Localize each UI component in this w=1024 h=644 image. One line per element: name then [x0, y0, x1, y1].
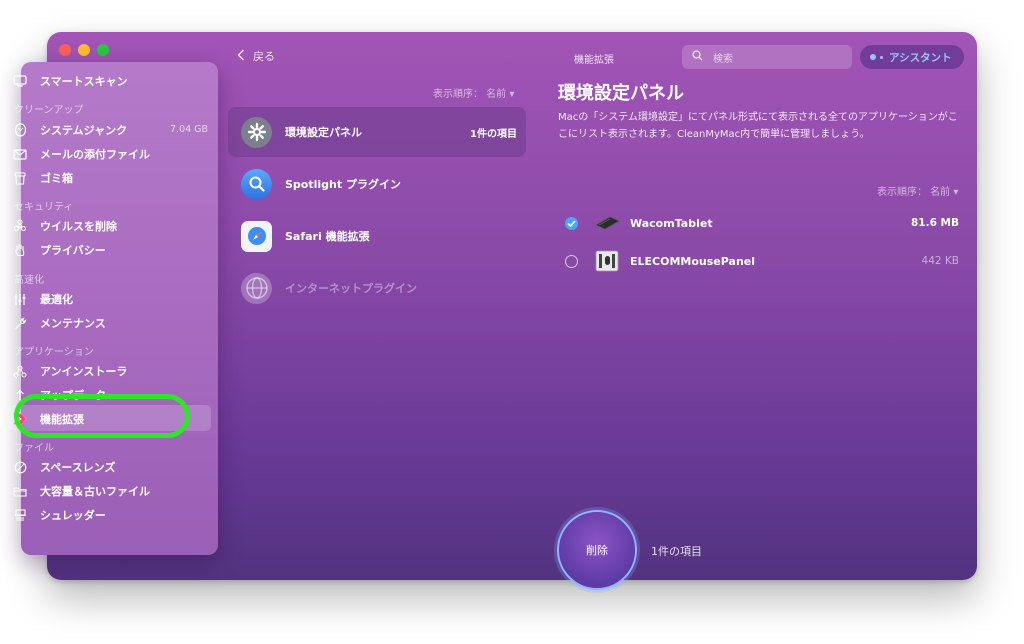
sidebar-item-system-junk[interactable]: システムジャンク — [12, 119, 127, 141]
assistant-dot-small-icon — [880, 55, 883, 59]
sidebar-item-shredder[interactable]: シュレッダー — [12, 504, 106, 526]
sidebar-item-label: 大容量＆古いファイル — [40, 485, 150, 498]
sidebar-item-mail-attachments[interactable]: メールの添付ファイル — [12, 143, 150, 165]
sidebar-item-label: メールの添付ファイル — [40, 148, 150, 161]
sidebar-item-privacy[interactable]: プライバシー — [12, 239, 106, 261]
trash-icon — [12, 170, 28, 186]
category-count: 1件の項目 — [470, 128, 517, 140]
assistant-button[interactable]: アシスタント — [860, 45, 964, 69]
back-label: 戻る — [253, 50, 275, 63]
category-label: Safari 機能拡張 — [285, 230, 370, 243]
sidebar-section-security: セキュリティ — [14, 202, 74, 213]
close-window-button[interactable] — [59, 44, 71, 56]
sidebar-section-apps: アプリケーション — [14, 347, 94, 358]
category-label: Spotlight プラグイン — [285, 178, 401, 191]
category-spotlight-plugins[interactable]: Spotlight プラグイン — [228, 159, 526, 209]
minimize-window-button[interactable] — [78, 44, 90, 56]
uninstaller-icon — [12, 363, 28, 379]
selected-count: 1件の項目 — [651, 545, 702, 558]
lens-icon — [12, 459, 28, 475]
chevron-left-icon — [237, 49, 245, 64]
sidebar-item-uninstaller[interactable]: アンインストーラ — [12, 360, 127, 382]
sidebar-section-speed: 高速化 — [14, 275, 44, 286]
folder-icon — [12, 483, 28, 499]
back-button[interactable]: 戻る — [237, 48, 275, 64]
window-title: 機能拡張 — [574, 55, 614, 66]
sort-dropdown-right[interactable]: 表示順序： 名前 ▾ — [877, 183, 958, 198]
sidebar-item-label: スペースレンズ — [40, 461, 116, 474]
mouse-panel-icon — [592, 249, 622, 273]
sidebar-item-label: シュレッダー — [40, 509, 106, 522]
category-internet-plugins[interactable]: インターネットプラグイン — [228, 263, 526, 313]
annotation-highlight-ring — [14, 394, 190, 438]
globe-icon — [241, 272, 272, 304]
sidebar-item-smart-scan[interactable]: スマートスキャン — [12, 70, 128, 92]
delete-button[interactable]: 削除 — [557, 510, 637, 590]
sidebar-item-label: ゴミ箱 — [40, 172, 73, 185]
app-size: 442 KB — [921, 255, 959, 267]
delete-label: 削除 — [586, 544, 608, 557]
sidebar-item-label: システムジャンク — [40, 124, 128, 137]
sidebar-section-files: ファイル — [14, 443, 54, 454]
sort-label: 表示順序： 名前 — [433, 89, 507, 100]
zoom-window-button[interactable] — [97, 44, 109, 56]
sidebar-item-trash[interactable]: ゴミ箱 — [12, 167, 73, 189]
sort-dropdown[interactable]: 表示順序： 名前 ▾ — [433, 85, 514, 100]
assistant-label: アシスタント — [889, 51, 952, 64]
sidebar-item-label: メンテナンス — [40, 317, 106, 330]
window-controls — [59, 44, 109, 56]
sidebar-item-space-lens[interactable]: スペースレンズ — [12, 456, 115, 478]
biohazard-icon — [12, 218, 28, 234]
sidebar-item-maintenance[interactable]: メンテナンス — [12, 312, 106, 334]
monitor-icon — [12, 73, 28, 89]
sphere-icon — [12, 122, 28, 138]
search-input[interactable]: 検索 — [682, 45, 852, 69]
sidebar-item-label: 最適化 — [40, 293, 73, 306]
app-row-wacomtablet[interactable]: WacomTablet 81.6 MB — [565, 208, 959, 238]
sidebar-item-label: プライバシー — [40, 244, 106, 257]
sidebar-item-large-old-files[interactable]: 大容量＆古いファイル — [12, 480, 150, 502]
panel-title: 環境設定パネル — [558, 83, 684, 104]
category-label: インターネットプラグイン — [285, 282, 417, 295]
checkbox-unchecked[interactable] — [565, 254, 578, 268]
sidebar-item-malware-removal[interactable]: ウイルスを削除 — [12, 215, 117, 237]
gear-icon — [241, 116, 272, 148]
checkbox-checked[interactable] — [565, 216, 578, 230]
sort-label: 表示順序： 名前 — [877, 187, 951, 198]
shredder-icon — [12, 507, 28, 523]
panel-description: Macの「システム環境設定」にてパネル形式にて表示される全てのアプリケーションが… — [558, 112, 958, 140]
sidebar-item-label: ウイルスを削除 — [40, 220, 117, 233]
spotlight-search-icon — [241, 168, 272, 200]
search-icon — [692, 50, 703, 64]
hand-icon — [12, 242, 28, 258]
sliders-icon — [12, 291, 28, 307]
category-safari-extensions[interactable]: Safari 機能拡張 — [228, 211, 526, 261]
app-name: WacomTablet — [630, 216, 713, 230]
app-row-elecommousepanel[interactable]: ELECOMMousePanel 442 KB — [565, 246, 959, 276]
tablet-icon — [592, 211, 622, 235]
app-name: ELECOMMousePanel — [630, 254, 756, 268]
envelope-icon — [12, 146, 28, 162]
sidebar-item-optimization[interactable]: 最適化 — [12, 288, 73, 310]
wrench-icon — [12, 315, 28, 331]
app-size: 81.6 MB — [910, 217, 959, 229]
assistant-dot-icon — [870, 54, 876, 60]
search-placeholder: 検索 — [713, 53, 733, 65]
sidebar-item-label: スマートスキャン — [40, 75, 128, 88]
safari-compass-icon — [241, 220, 272, 252]
category-preference-panes[interactable]: 環境設定パネル 1件の項目 — [228, 107, 526, 157]
category-label: 環境設定パネル — [285, 126, 362, 139]
sidebar-section-cleanup: クリーンアップ — [14, 105, 84, 116]
sidebar-item-label: アンインストーラ — [40, 365, 128, 378]
